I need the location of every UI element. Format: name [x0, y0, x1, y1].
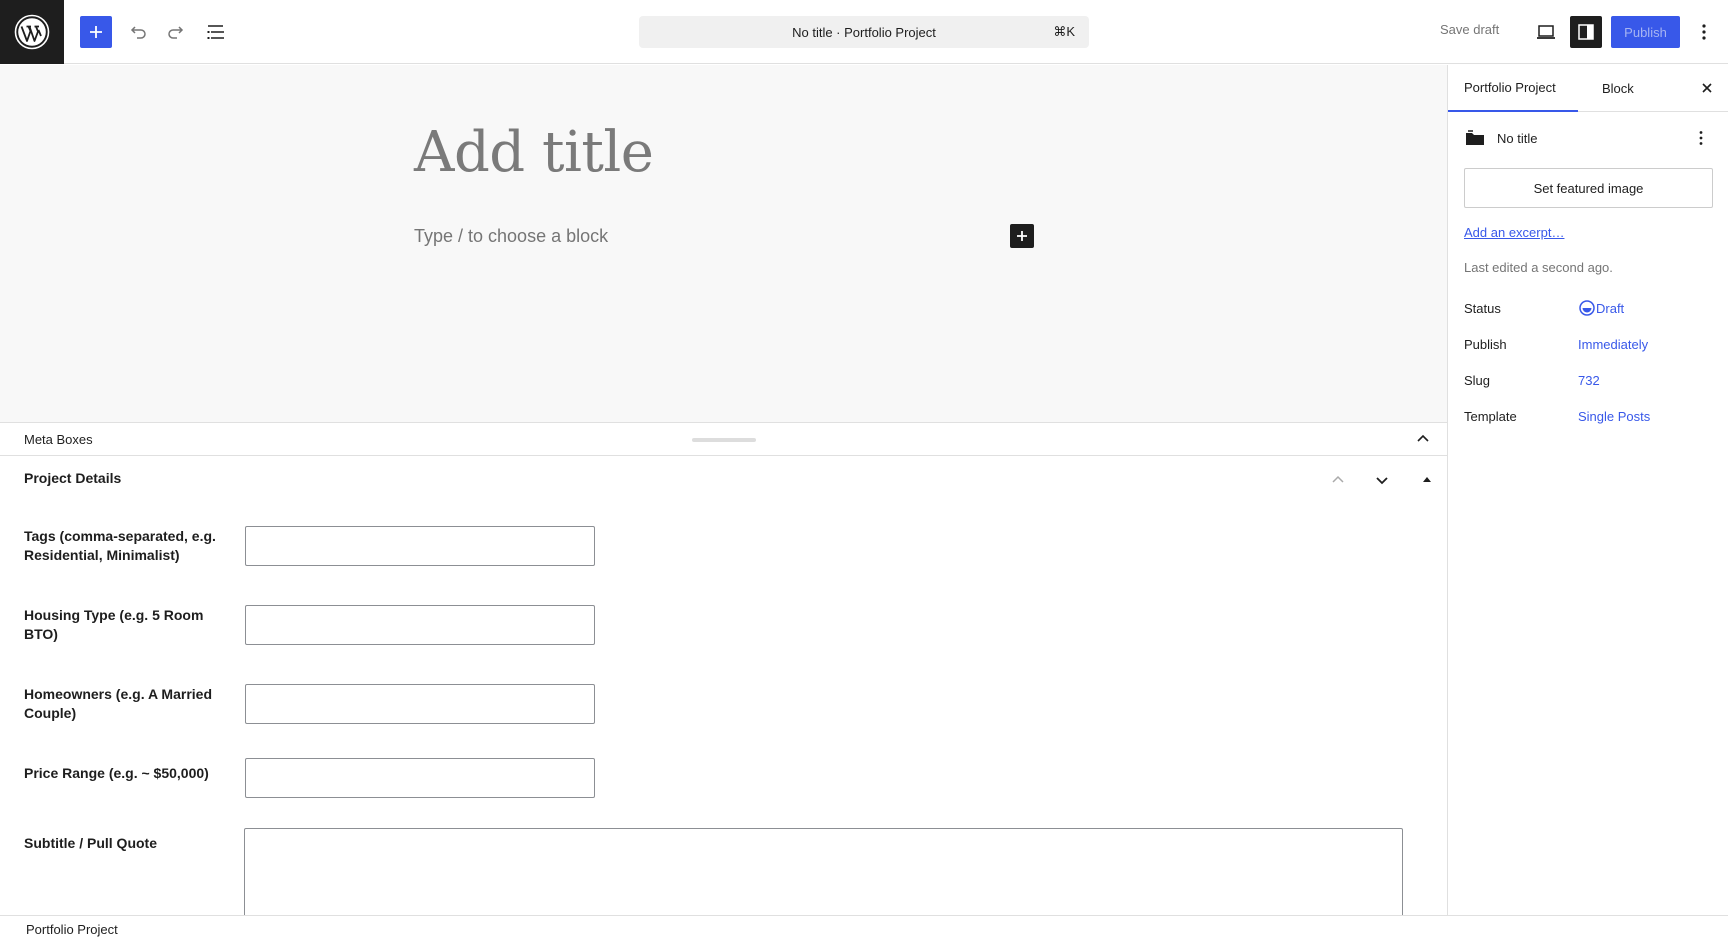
tags-label: Tags (comma-separated, e.g. Residential,… — [24, 528, 216, 563]
settings-sidebar-icon — [1578, 24, 1594, 40]
template-row: Template Single Posts — [1464, 407, 1714, 427]
document-overview-icon — [207, 25, 224, 39]
publish-row: Publish Immediately — [1464, 335, 1714, 355]
set-featured-image-button[interactable]: Set featured image — [1464, 168, 1713, 208]
slug-label: Slug — [1464, 373, 1491, 388]
status-row: Status Draft — [1464, 299, 1714, 319]
homeowners-label: Homeowners (e.g. A Married Couple) — [24, 686, 213, 721]
slug-value[interactable]: 732 — [1578, 373, 1600, 388]
save-draft-button[interactable]: Save draft — [1440, 22, 1499, 37]
collapse-panel-icon[interactable] — [1417, 470, 1437, 495]
subtitle-label: Subtitle / Pull Quote — [24, 835, 157, 851]
more-vertical-icon[interactable] — [1692, 129, 1710, 152]
post-summary-row: No title — [1464, 127, 1714, 151]
price-range-input[interactable] — [245, 758, 595, 798]
post-title-label: No title — [1497, 131, 1538, 146]
housing-type-label: Housing Type (e.g. 5 Room BTO) — [24, 607, 204, 642]
move-up-icon[interactable] — [1328, 470, 1348, 495]
status-value[interactable]: Draft — [1596, 301, 1624, 316]
chevron-up-icon[interactable] — [1414, 430, 1432, 453]
undo-icon — [130, 26, 146, 39]
publish-label: Publish — [1464, 337, 1507, 352]
plus-icon — [1017, 231, 1027, 241]
block-inserter-button[interactable] — [80, 16, 112, 48]
breadcrumb[interactable]: Portfolio Project — [26, 922, 118, 937]
wordpress-logo[interactable] — [0, 0, 64, 64]
publish-value[interactable]: Immediately — [1578, 337, 1648, 352]
folder-icon — [1464, 127, 1486, 154]
housing-type-input[interactable] — [245, 605, 595, 645]
sidebar-tabs: Portfolio Project Block — [1448, 65, 1728, 112]
add-block-button[interactable] — [1010, 224, 1034, 248]
last-edited-text: Last edited a second ago. — [1464, 260, 1613, 275]
document-title: No title · Portfolio Project — [792, 24, 936, 40]
more-vertical-icon — [1702, 24, 1706, 40]
tab-portfolio-project[interactable]: Portfolio Project — [1448, 65, 1578, 112]
homeowners-input[interactable] — [245, 684, 595, 724]
command-palette-bar[interactable]: No title · Portfolio Project ⌘K — [639, 16, 1089, 48]
subtitle-textarea[interactable] — [244, 828, 1403, 915]
template-value[interactable]: Single Posts — [1578, 409, 1650, 424]
template-label: Template — [1464, 409, 1517, 424]
plus-icon — [90, 26, 102, 38]
publish-button[interactable]: Publish — [1611, 16, 1680, 48]
slug-row: Slug 732 — [1464, 371, 1714, 391]
move-down-icon[interactable] — [1372, 470, 1392, 495]
resize-handle[interactable] — [692, 438, 756, 442]
command-shortcut: ⌘K — [1053, 24, 1075, 39]
editor-canvas: Add title Type / to choose a block — [0, 65, 1447, 422]
wordpress-icon — [14, 14, 50, 50]
price-range-label: Price Range (e.g. ~ $50,000) — [24, 765, 209, 781]
meta-boxes-label: Meta Boxes — [24, 432, 93, 447]
project-details-panel: Project Details Tags (comma-separated, e… — [0, 456, 1447, 915]
meta-boxes-bar[interactable]: Meta Boxes — [0, 422, 1447, 456]
close-icon[interactable] — [1697, 78, 1717, 103]
tab-block[interactable]: Block — [1594, 65, 1654, 112]
block-placeholder[interactable]: Type / to choose a block — [414, 226, 608, 247]
undo-button[interactable] — [122, 16, 154, 48]
panel-title[interactable]: Project Details — [24, 470, 121, 486]
options-menu-button[interactable] — [1688, 16, 1720, 48]
draft-status-icon — [1578, 299, 1596, 320]
redo-button[interactable] — [160, 16, 192, 48]
preview-button[interactable] — [1530, 16, 1562, 48]
desktop-preview-icon — [1537, 25, 1555, 39]
settings-sidebar: Portfolio Project Block No title Set fea… — [1447, 65, 1728, 915]
status-label: Status — [1464, 301, 1501, 316]
editor-header: No title · Portfolio Project ⌘K Save dra… — [0, 0, 1728, 64]
post-title-input[interactable]: Add title — [414, 120, 654, 185]
editor-footer: Portfolio Project — [0, 915, 1728, 940]
redo-icon — [168, 26, 184, 39]
document-overview-button[interactable] — [200, 16, 232, 48]
add-excerpt-link[interactable]: Add an excerpt… — [1464, 225, 1564, 240]
settings-sidebar-toggle[interactable] — [1570, 16, 1602, 48]
tags-input[interactable] — [245, 526, 595, 566]
